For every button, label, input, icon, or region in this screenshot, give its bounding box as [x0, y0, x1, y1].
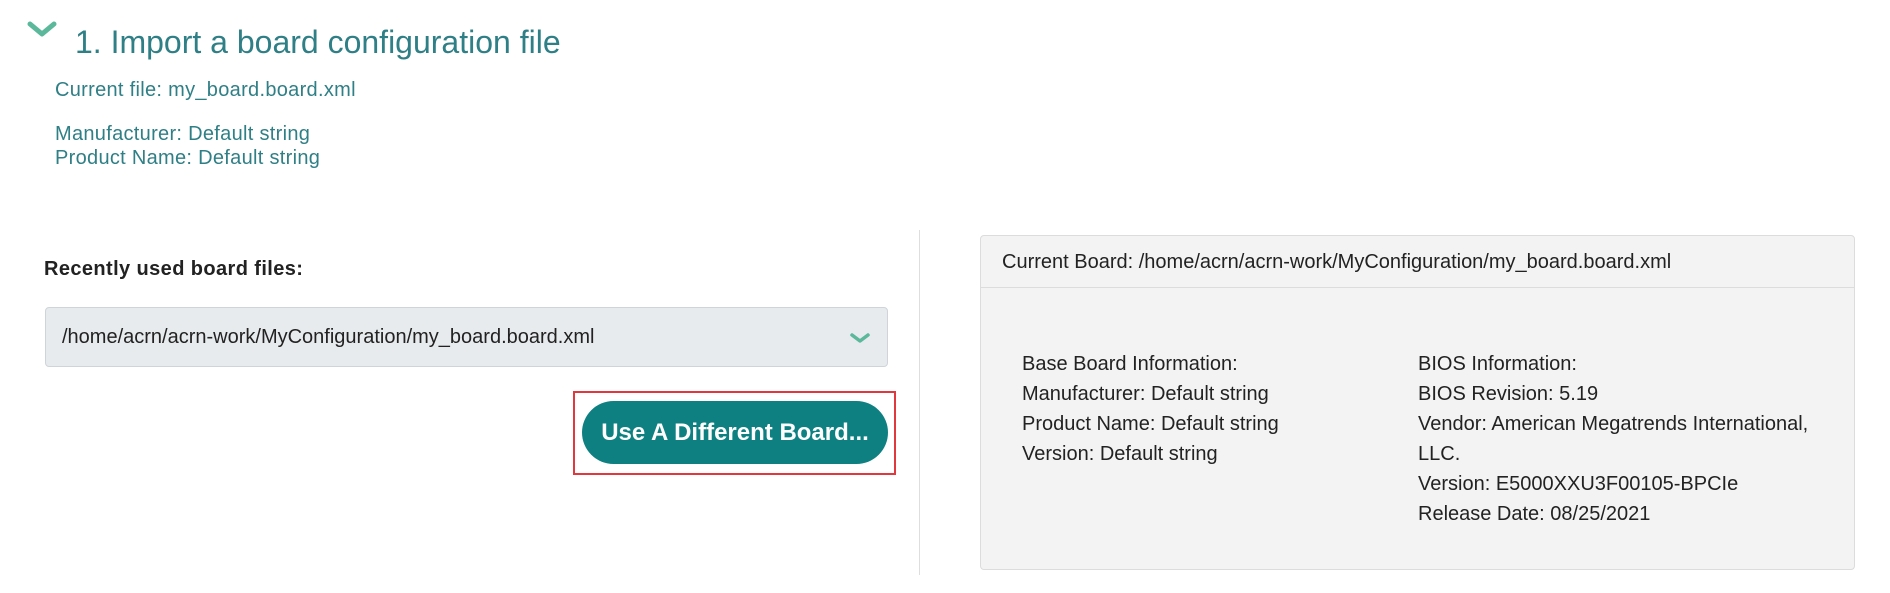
base-board-manufacturer: Manufacturer: Default string: [1022, 383, 1269, 405]
chevron-down-icon[interactable]: [26, 18, 58, 42]
select-value: /home/acrn/acrn-work/MyConfiguration/my_…: [62, 326, 595, 348]
base-board-product-name: Product Name: Default string: [1022, 413, 1279, 435]
product-name-text: Product Name: Default string: [55, 147, 321, 169]
manufacturer-text: Manufacturer: Default string: [55, 123, 311, 145]
current-board-path: Current Board: /home/acrn/acrn-work/MyCo…: [1002, 251, 1672, 273]
base-board-heading: Base Board Information:: [1022, 353, 1238, 375]
use-different-board-button[interactable]: Use A Different Board...: [582, 401, 888, 464]
board-card-header: Current Board: /home/acrn/acrn-work/MyCo…: [981, 236, 1854, 288]
bios-vendor-continued: LLC.: [1418, 443, 1461, 465]
board-import-page: 1. Import a board configuration file Cur…: [0, 0, 1890, 593]
bios-revision: BIOS Revision: 5.19: [1418, 383, 1599, 405]
section-title[interactable]: 1. Import a board configuration file: [75, 22, 561, 62]
bios-heading: BIOS Information:: [1418, 353, 1577, 375]
current-file-text: Current file: my_board.board.xml: [55, 79, 356, 101]
current-board-card: Current Board: /home/acrn/acrn-work/MyCo…: [980, 235, 1855, 570]
vertical-divider: [919, 230, 920, 575]
bios-vendor: Vendor: American Megatrends Internationa…: [1418, 413, 1809, 435]
recent-board-files-select[interactable]: /home/acrn/acrn-work/MyConfiguration/my_…: [45, 307, 888, 367]
recent-files-label: Recently used board files:: [44, 258, 304, 280]
base-board-version: Version: Default string: [1022, 443, 1218, 465]
bios-version: Version: E5000XXU3F00105-BPCIe: [1418, 473, 1739, 495]
bios-release-date: Release Date: 08/25/2021: [1418, 503, 1651, 525]
chevron-down-icon: [849, 330, 871, 346]
